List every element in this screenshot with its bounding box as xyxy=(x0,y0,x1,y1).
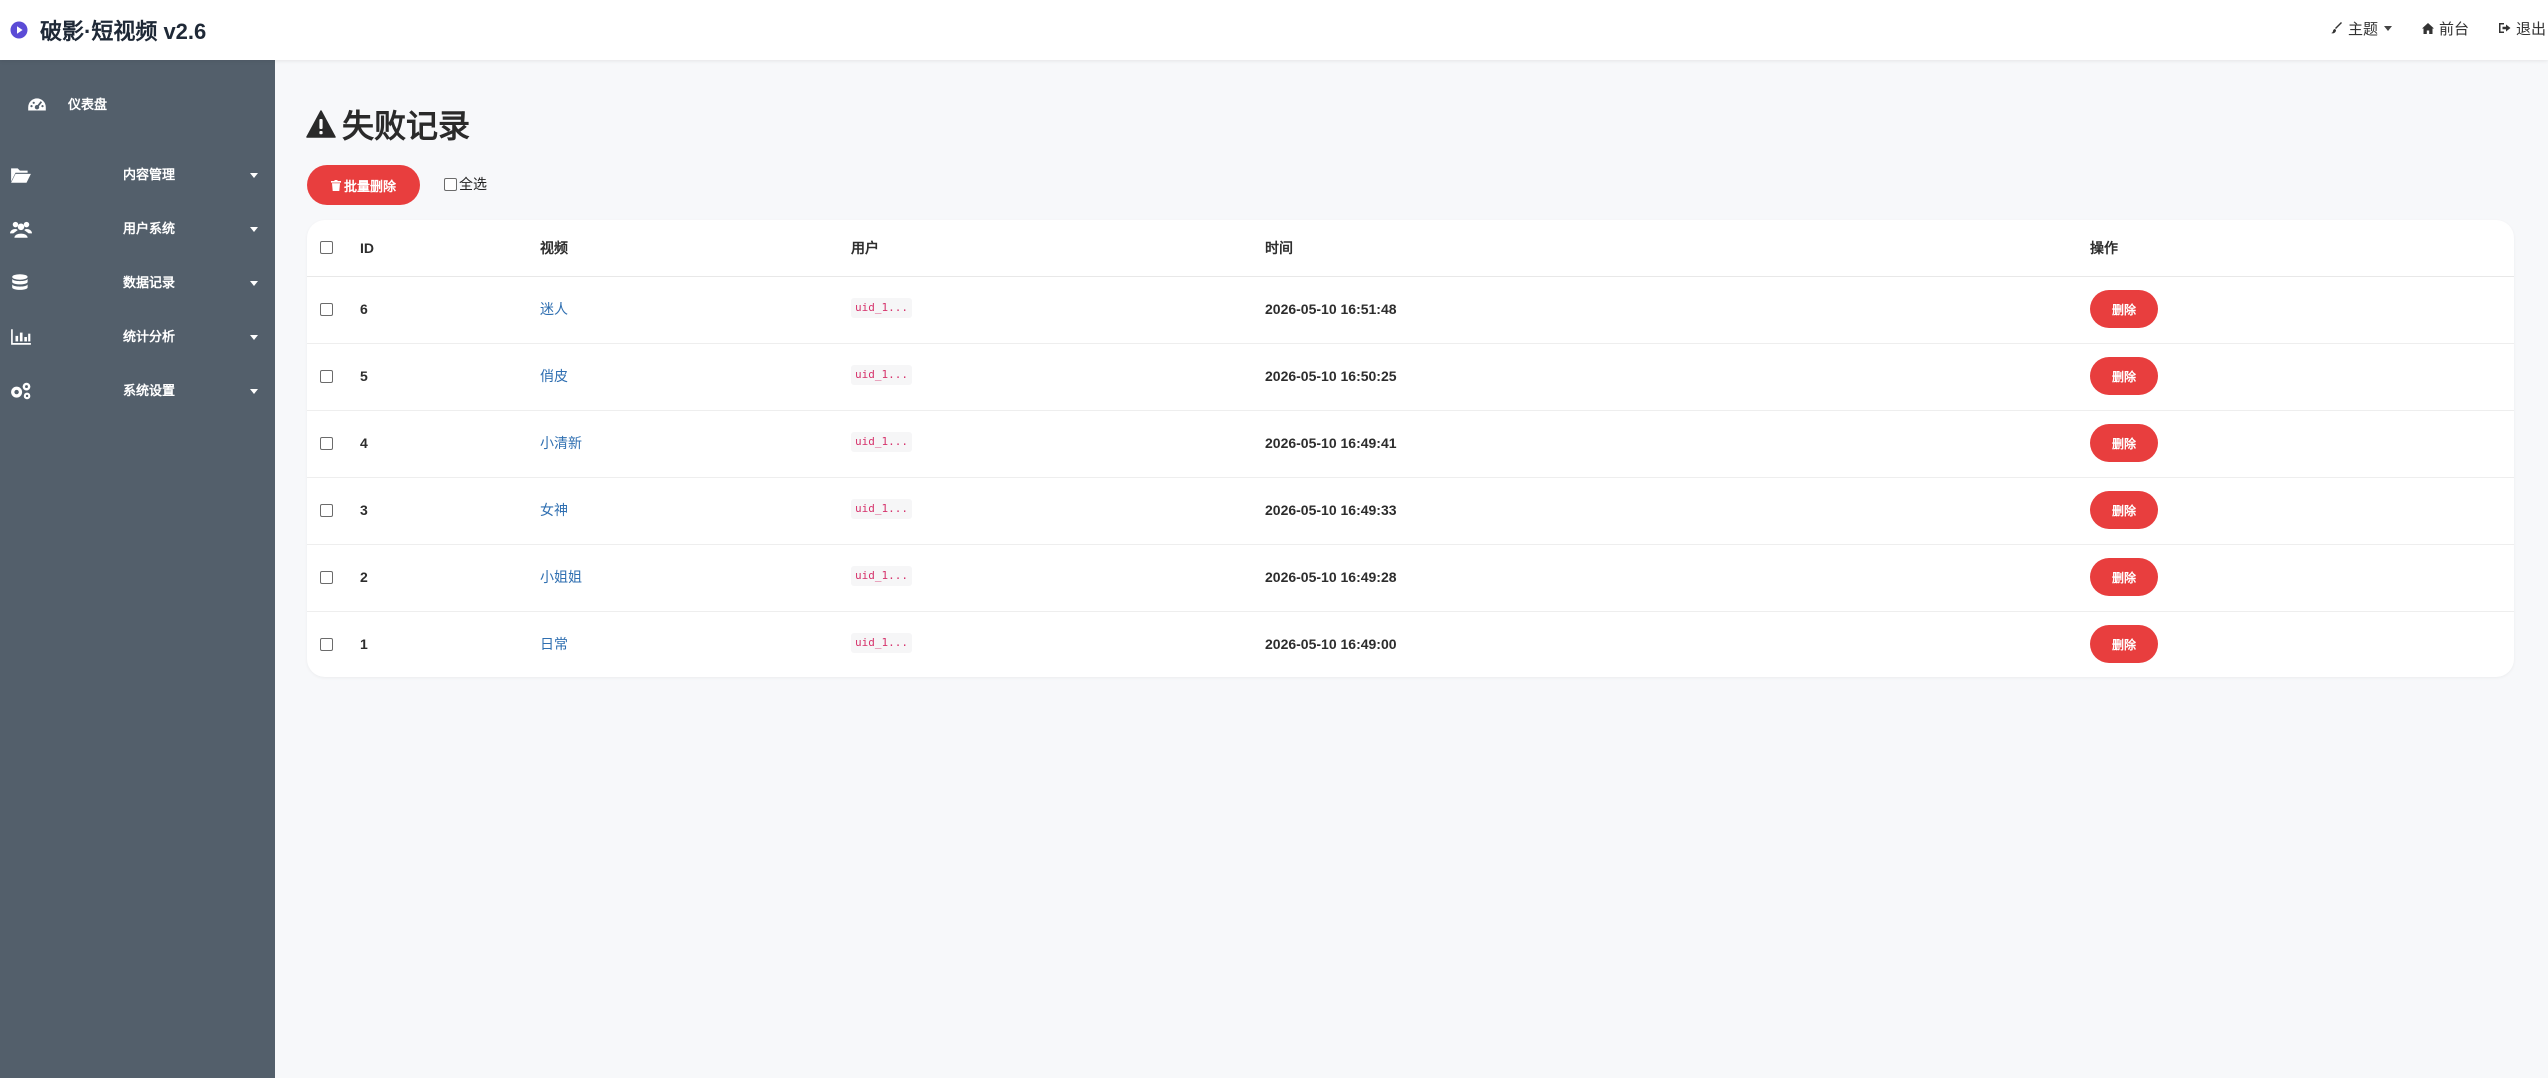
column-header-video: 视频 xyxy=(540,240,568,256)
row-time: 2026-05-10 16:50:25 xyxy=(1265,368,1397,384)
select-all-checkbox[interactable] xyxy=(444,177,457,191)
top-navbar: 破影·短视频 v2.6 主题 前台 退出 xyxy=(0,0,2548,60)
row-id: 5 xyxy=(360,368,368,384)
delete-button[interactable]: 删除 xyxy=(2090,625,2158,663)
user-code: uid_1... xyxy=(851,298,912,318)
chevron-down-icon xyxy=(250,389,258,394)
row-time: 2026-05-10 16:49:00 xyxy=(1265,636,1397,652)
play-circle-icon xyxy=(10,21,28,39)
video-link[interactable]: 俏皮 xyxy=(540,367,568,385)
row-checkbox[interactable] xyxy=(320,303,333,316)
chevron-down-icon xyxy=(250,281,258,286)
sidebar-item-label: 仪表盘 xyxy=(68,97,108,112)
row-time: 2026-05-10 16:49:33 xyxy=(1265,502,1397,518)
delete-button[interactable]: 删除 xyxy=(2090,290,2158,328)
user-code: uid_1... xyxy=(851,633,912,653)
user-code: uid_1... xyxy=(851,432,912,452)
column-header-time: 时间 xyxy=(1265,240,1293,256)
user-code: uid_1... xyxy=(851,566,912,586)
chevron-down-icon xyxy=(250,227,258,232)
folder-open-icon xyxy=(11,168,31,183)
page-title-text: 失败记录 xyxy=(342,108,471,144)
video-link[interactable]: 日常 xyxy=(540,635,568,653)
logout-label: 退出 xyxy=(2515,20,2546,38)
row-id: 2 xyxy=(360,569,368,585)
sidebar-item-dashboard[interactable]: 仪表盘 xyxy=(0,78,275,132)
chevron-down-icon xyxy=(2383,25,2392,31)
video-link[interactable]: 小姐姐 xyxy=(540,568,582,586)
brand[interactable]: 破影·短视频 v2.6 xyxy=(10,14,206,46)
row-time: 2026-05-10 16:49:41 xyxy=(1265,435,1397,451)
row-checkbox[interactable] xyxy=(320,504,333,517)
select-all-label: 全选 xyxy=(459,176,487,192)
user-code: uid_1... xyxy=(851,499,912,519)
trash-icon xyxy=(330,179,341,191)
sidebar-item-content[interactable]: 内容管理 xyxy=(0,148,275,202)
delete-button[interactable]: 删除 xyxy=(2090,491,2158,529)
chevron-down-icon xyxy=(250,173,258,178)
logout-link[interactable]: 退出 xyxy=(2498,18,2546,39)
sidebar-item-label: 数据记录 xyxy=(123,275,176,290)
bar-chart-icon xyxy=(11,329,31,345)
row-time: 2026-05-10 16:49:28 xyxy=(1265,569,1397,585)
delete-button[interactable]: 删除 xyxy=(2090,357,2158,395)
row-id: 4 xyxy=(360,435,368,451)
row-id: 6 xyxy=(360,301,368,317)
sidebar: 仪表盘 内容管理 用户系统 数据记录 统计分析 系统设置 xyxy=(0,60,275,1078)
sidebar-item-label: 统计分析 xyxy=(123,329,176,344)
column-header-user: 用户 xyxy=(851,240,879,256)
gears-icon xyxy=(11,382,31,400)
bulk-delete-button[interactable]: 批量删除 xyxy=(307,165,420,205)
home-icon xyxy=(2421,22,2434,34)
header-checkbox[interactable] xyxy=(320,241,333,254)
theme-dropdown[interactable]: 主题 xyxy=(2330,18,2392,39)
sidebar-item-users[interactable]: 用户系统 xyxy=(0,202,275,256)
table-row: 1 日常 uid_1... 2026-05-10 16:49:00 删除 xyxy=(307,611,2514,678)
row-checkbox[interactable] xyxy=(320,638,333,651)
video-link[interactable]: 小清新 xyxy=(540,434,582,452)
sidebar-item-settings[interactable]: 系统设置 xyxy=(0,364,275,418)
sign-out-icon xyxy=(2498,23,2511,33)
sidebar-item-label: 内容管理 xyxy=(123,167,176,182)
video-link[interactable]: 迷人 xyxy=(540,300,568,318)
table-row: 5 俏皮 uid_1... 2026-05-10 16:50:25 删除 xyxy=(307,343,2514,411)
front-label: 前台 xyxy=(2438,20,2469,38)
table-row: 2 小姐姐 uid_1... 2026-05-10 16:49:28 删除 xyxy=(307,544,2514,612)
table-header: ID 视频 用户 时间 操作 xyxy=(307,220,2514,277)
user-code: uid_1... xyxy=(851,365,912,385)
delete-button[interactable]: 删除 xyxy=(2090,558,2158,596)
page-title: 失败记录 xyxy=(306,104,470,144)
table-row: 4 小清新 uid_1... 2026-05-10 16:49:41 删除 xyxy=(307,410,2514,478)
sidebar-item-records[interactable]: 数据记录 xyxy=(0,256,275,310)
row-id: 3 xyxy=(360,502,368,518)
row-checkbox[interactable] xyxy=(320,571,333,584)
database-icon xyxy=(12,274,28,290)
select-all[interactable]: 全选 xyxy=(444,174,487,194)
row-id: 1 xyxy=(360,636,368,652)
row-checkbox[interactable] xyxy=(320,437,333,450)
column-header-id: ID xyxy=(360,240,374,256)
theme-label: 主题 xyxy=(2347,20,2378,38)
table-row: 3 女神 uid_1... 2026-05-10 16:49:33 删除 xyxy=(307,477,2514,545)
sidebar-item-stats[interactable]: 统计分析 xyxy=(0,310,275,364)
delete-button[interactable]: 删除 xyxy=(2090,424,2158,462)
brush-icon xyxy=(2330,22,2342,34)
sidebar-item-label: 系统设置 xyxy=(123,383,176,398)
bulk-delete-label: 批量删除 xyxy=(343,178,396,194)
video-link[interactable]: 女神 xyxy=(540,501,568,519)
front-link[interactable]: 前台 xyxy=(2421,18,2469,39)
row-time: 2026-05-10 16:51:48 xyxy=(1265,301,1397,317)
app-title: 破影·短视频 v2.6 xyxy=(40,19,207,44)
column-header-action: 操作 xyxy=(2090,240,2118,256)
sidebar-item-label: 用户系统 xyxy=(123,221,176,236)
warning-icon xyxy=(306,110,336,138)
chevron-down-icon xyxy=(250,335,258,340)
table-row: 6 迷人 uid_1... 2026-05-10 16:51:48 删除 xyxy=(307,276,2514,344)
row-checkbox[interactable] xyxy=(320,370,333,383)
dashboard-icon xyxy=(28,98,46,111)
users-icon xyxy=(10,221,32,238)
records-table: ID 视频 用户 时间 操作 6 迷人 uid_1... 2026-05-10 … xyxy=(307,220,2514,677)
